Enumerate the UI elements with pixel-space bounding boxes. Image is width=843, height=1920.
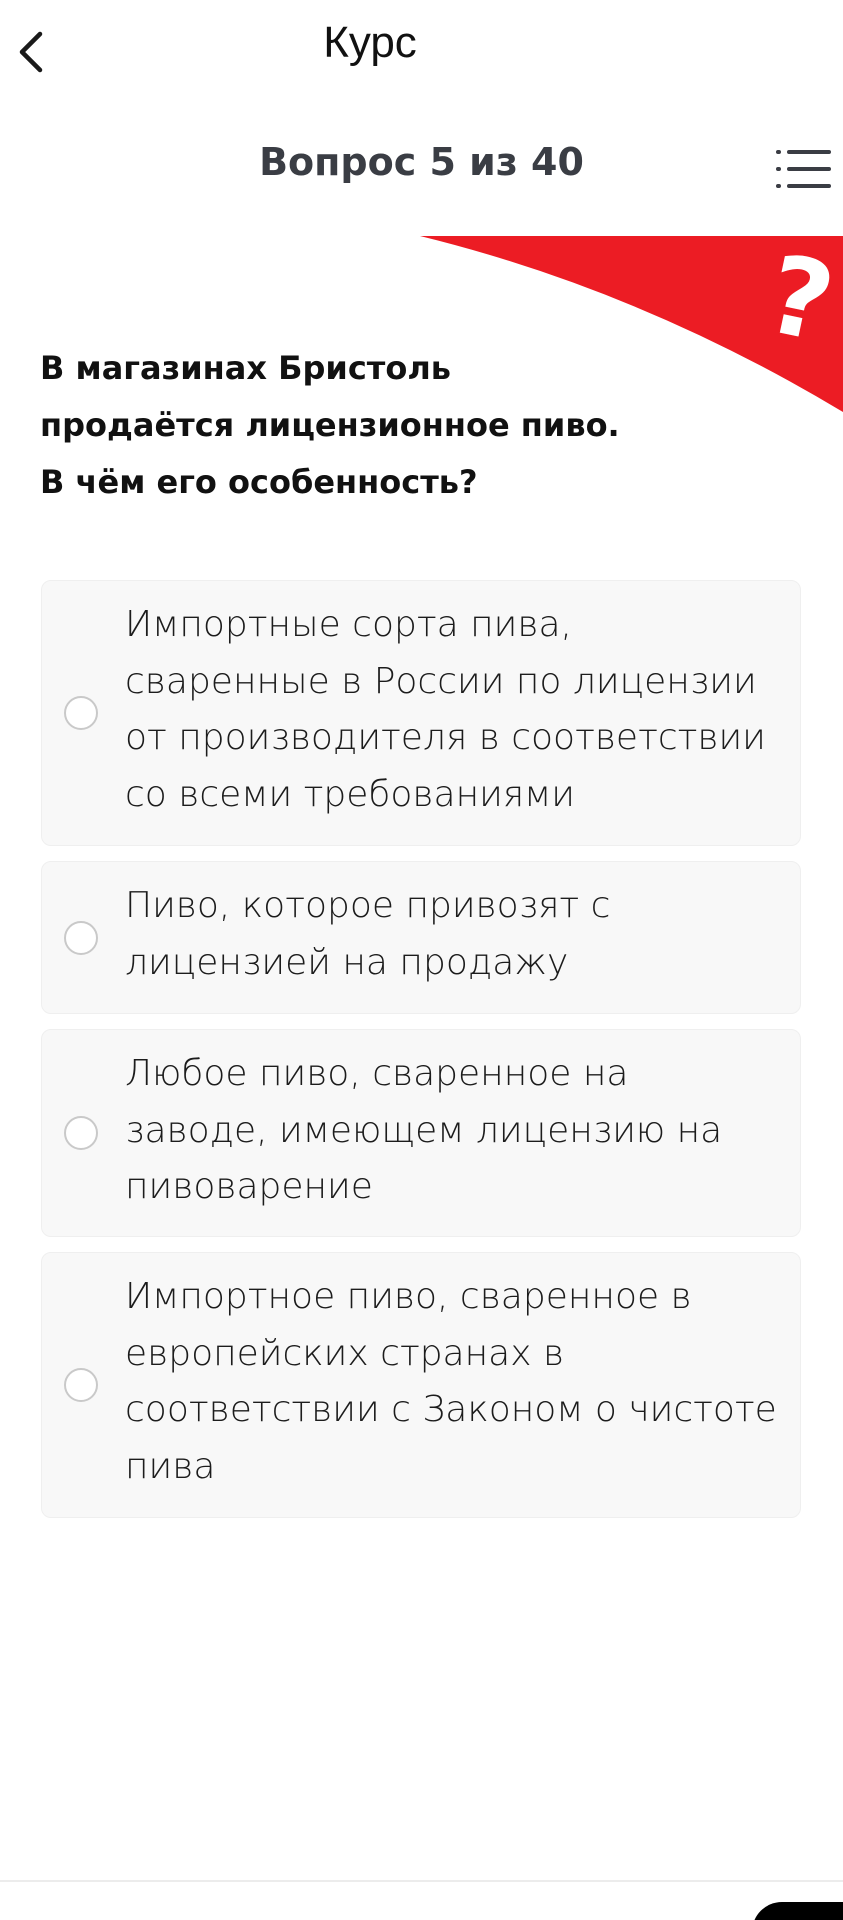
question-line: продаётся лицензионное пиво. bbox=[40, 406, 620, 444]
quiz-screen: ? Курс Вопрос 5 из 40 В магазинах Бристо… bbox=[0, 0, 843, 1920]
answer-line: со всеми требованиями bbox=[125, 773, 575, 815]
answer-option-4[interactable]: Импортное пиво, сваренное в европейских … bbox=[41, 1252, 801, 1518]
question-line: В магазинах Бристоль bbox=[40, 349, 451, 387]
radio-button[interactable] bbox=[64, 1116, 98, 1150]
answer-line: от производителя в соответствии bbox=[125, 717, 766, 758]
question-progress: Вопрос 5 из 40 bbox=[259, 140, 584, 184]
answer-option-2[interactable]: Пиво, которое привозят с лицензией на пр… bbox=[41, 861, 801, 1014]
answer-line: заводе, имеющем лицензию на bbox=[125, 1109, 723, 1151]
answer-option-1[interactable]: Импортные сорта пива, сваренные в России… bbox=[41, 580, 801, 846]
answer-option-text: Любое пиво, сваренное на заводе, имеющем… bbox=[125, 1046, 790, 1216]
bottom-divider bbox=[0, 1880, 843, 1882]
questions-menu-button[interactable] bbox=[775, 146, 833, 192]
question-mark-glyph: ? bbox=[756, 232, 843, 367]
list-menu-icon bbox=[776, 150, 831, 188]
page-title: Курс bbox=[323, 18, 417, 67]
answer-option-text: Пиво, которое привозят с лицензией на пр… bbox=[125, 878, 790, 991]
answer-line: пива bbox=[125, 1445, 216, 1487]
bottom-action-button[interactable] bbox=[752, 1902, 843, 1920]
answer-line: Импортное пиво, сваренное в bbox=[125, 1276, 692, 1317]
answer-line: пивоварение bbox=[125, 1166, 373, 1207]
answer-line: сваренные в России по лицензии bbox=[125, 660, 757, 702]
answer-line: соответствии с Законом о чистоте bbox=[125, 1389, 777, 1430]
answer-option-3[interactable]: Любое пиво, сваренное на заводе, имеющем… bbox=[41, 1029, 801, 1237]
answer-line: Импортные сорта пива, bbox=[125, 604, 572, 645]
answer-line: Пиво, которое привозят с bbox=[125, 885, 611, 926]
answer-line: лицензией на продажу bbox=[125, 941, 569, 983]
answer-line: Любое пиво, сваренное на bbox=[125, 1053, 629, 1094]
question-text: В магазинах Бристоль продаётся лицензион… bbox=[40, 340, 680, 511]
answer-line: европейских странах в bbox=[125, 1332, 565, 1374]
radio-button[interactable] bbox=[64, 696, 98, 730]
answer-option-text: Импортное пиво, сваренное в европейских … bbox=[125, 1269, 790, 1495]
answer-option-text: Импортные сорта пива, сваренные в России… bbox=[125, 597, 790, 823]
radio-button[interactable] bbox=[64, 1368, 98, 1402]
question-line: В чём его особенность? bbox=[40, 463, 478, 501]
radio-button[interactable] bbox=[64, 920, 98, 955]
